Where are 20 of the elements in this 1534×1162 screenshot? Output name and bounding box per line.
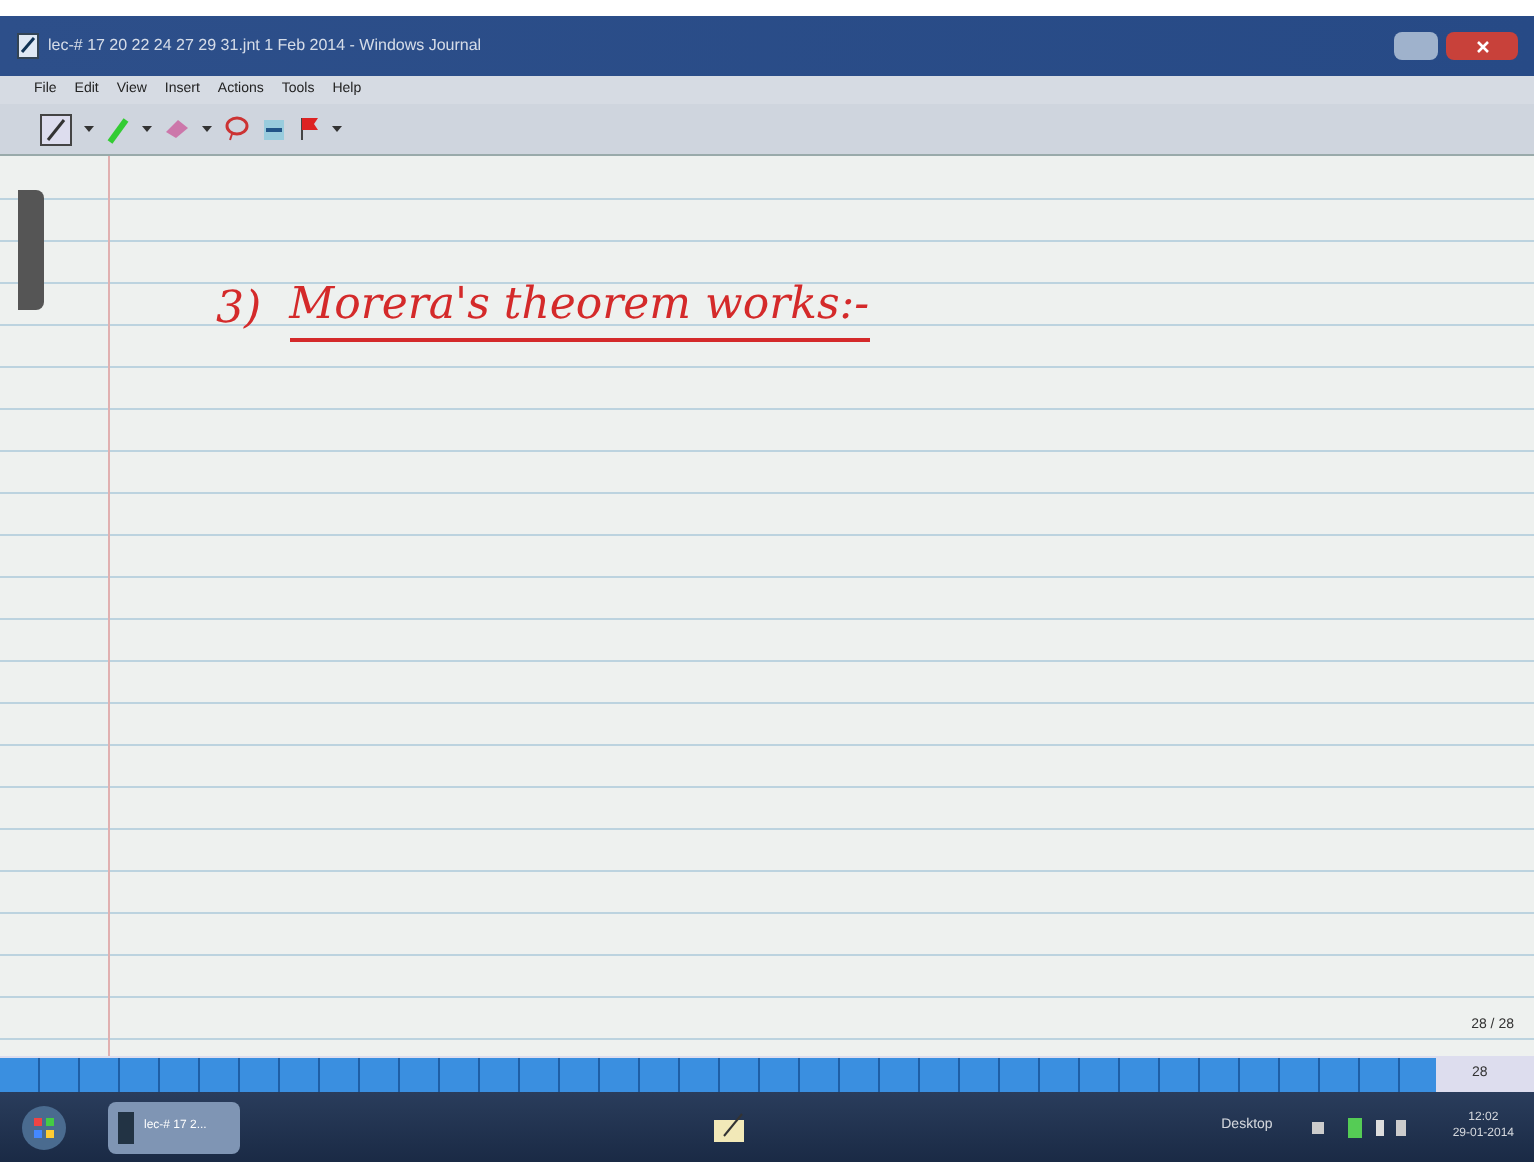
close-icon (1475, 39, 1489, 53)
pen-tool-button[interactable] (40, 113, 72, 145)
flag-icon[interactable] (298, 116, 320, 142)
caret-icon[interactable] (84, 124, 94, 134)
caret-icon[interactable] (202, 124, 212, 134)
close-button[interactable] (1446, 32, 1518, 60)
page-bar[interactable] (0, 1057, 1436, 1091)
insert-space-icon[interactable] (262, 116, 286, 142)
caret-icon[interactable] (332, 124, 342, 134)
minimize-button[interactable] (1394, 32, 1438, 60)
pen-icon (44, 117, 68, 141)
handwritten-number: 3) (216, 282, 262, 338)
journal-icon (116, 1109, 136, 1145)
handwritten-heading: Morera's theorem works:- (289, 272, 870, 342)
caret-icon[interactable] (142, 124, 152, 134)
start-button[interactable] (20, 1103, 68, 1151)
journal-icon (16, 32, 40, 60)
journal-app-icon[interactable] (712, 1111, 749, 1143)
lasso-icon[interactable] (224, 116, 250, 142)
window-title: lec-# 17 20 22 24 27 29 31.jnt 1 Feb 2014 - Windows Journal (48, 34, 482, 58)
